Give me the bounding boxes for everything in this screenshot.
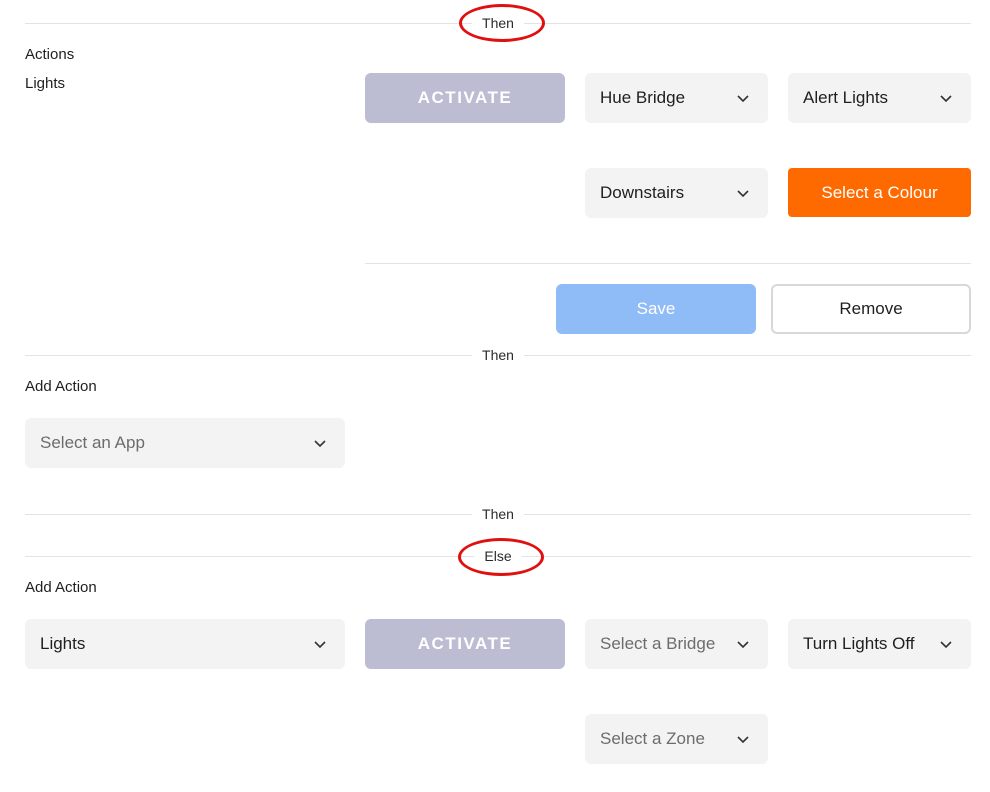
actions-heading: Actions — [25, 46, 75, 63]
action-block-separator — [365, 263, 971, 264]
light-mode-select-value: Alert Lights — [803, 88, 889, 107]
light-mode-select[interactable]: Alert Lights — [788, 73, 971, 123]
chevron-down-icon — [314, 641, 326, 649]
else-zone-select[interactable]: Select a Zone — [585, 714, 768, 764]
chevron-down-icon — [737, 190, 749, 198]
app-select-placeholder: Select an App — [40, 433, 145, 452]
else-app-select-value: Lights — [40, 634, 86, 653]
else-bridge-select[interactable]: Select a Bridge — [585, 619, 768, 669]
else-activate-button[interactable]: ACTIVATE — [365, 619, 565, 669]
action-app-label: Lights — [25, 75, 66, 92]
zone-select[interactable]: Downstairs — [585, 168, 768, 218]
chevron-down-icon — [314, 440, 326, 448]
else-add-action-heading: Add Action — [25, 579, 97, 596]
activate-button[interactable]: ACTIVATE — [365, 73, 565, 123]
else-app-select[interactable]: Lights — [25, 619, 345, 669]
then-label-lower: Then — [472, 505, 524, 523]
chevron-down-icon — [737, 95, 749, 103]
bridge-select[interactable]: Hue Bridge — [585, 73, 768, 123]
annotation-ring-else — [458, 538, 544, 576]
chevron-down-icon — [737, 641, 749, 649]
else-zone-select-placeholder: Select a Zone — [600, 729, 705, 748]
chevron-down-icon — [940, 641, 952, 649]
annotation-ring-then — [459, 4, 545, 42]
app-select[interactable]: Select an App — [25, 418, 345, 468]
else-light-mode-select-value: Turn Lights Off — [803, 634, 915, 653]
chevron-down-icon — [737, 736, 749, 744]
else-bridge-select-placeholder: Select a Bridge — [600, 634, 716, 653]
then-label-middle: Then — [472, 346, 524, 364]
add-action-heading: Add Action — [25, 378, 97, 395]
select-colour-button[interactable]: Select a Colour — [788, 168, 971, 217]
zone-select-value: Downstairs — [600, 183, 685, 202]
remove-button[interactable]: Remove — [771, 284, 971, 334]
bridge-select-value: Hue Bridge — [600, 88, 686, 107]
else-light-mode-select[interactable]: Turn Lights Off — [788, 619, 971, 669]
chevron-down-icon — [940, 95, 952, 103]
save-button[interactable]: Save — [556, 284, 756, 334]
